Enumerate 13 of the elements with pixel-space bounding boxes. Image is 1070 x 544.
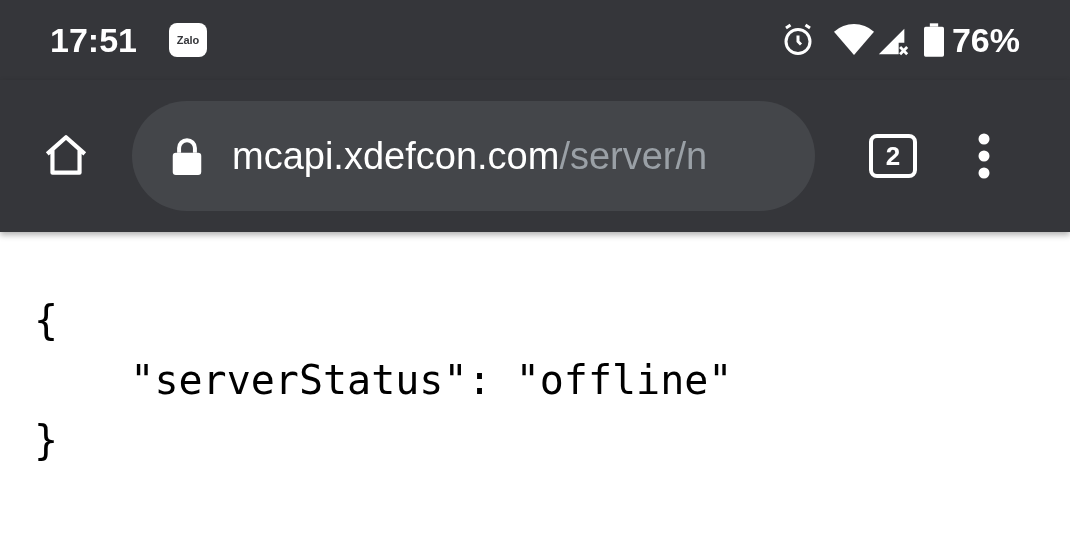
menu-icon[interactable] [977,133,991,179]
json-text-line: { [34,296,59,345]
app-notification-icon: Zalo [168,23,207,57]
wifi-icon [833,23,874,57]
clock-time: 17:51 [50,19,137,61]
address-bar[interactable]: mcapi.xdefcon.com/server/n [132,101,815,211]
lock-icon [170,137,204,175]
url-text: mcapi.xdefcon.com/server/n [232,133,708,179]
json-text-line: } [34,416,59,465]
json-text-line: "serverStatus": "offline" [129,356,733,405]
battery-icon [923,23,944,57]
tab-count-button[interactable]: 2 [869,134,917,178]
battery-percentage: 76% [951,19,1020,61]
